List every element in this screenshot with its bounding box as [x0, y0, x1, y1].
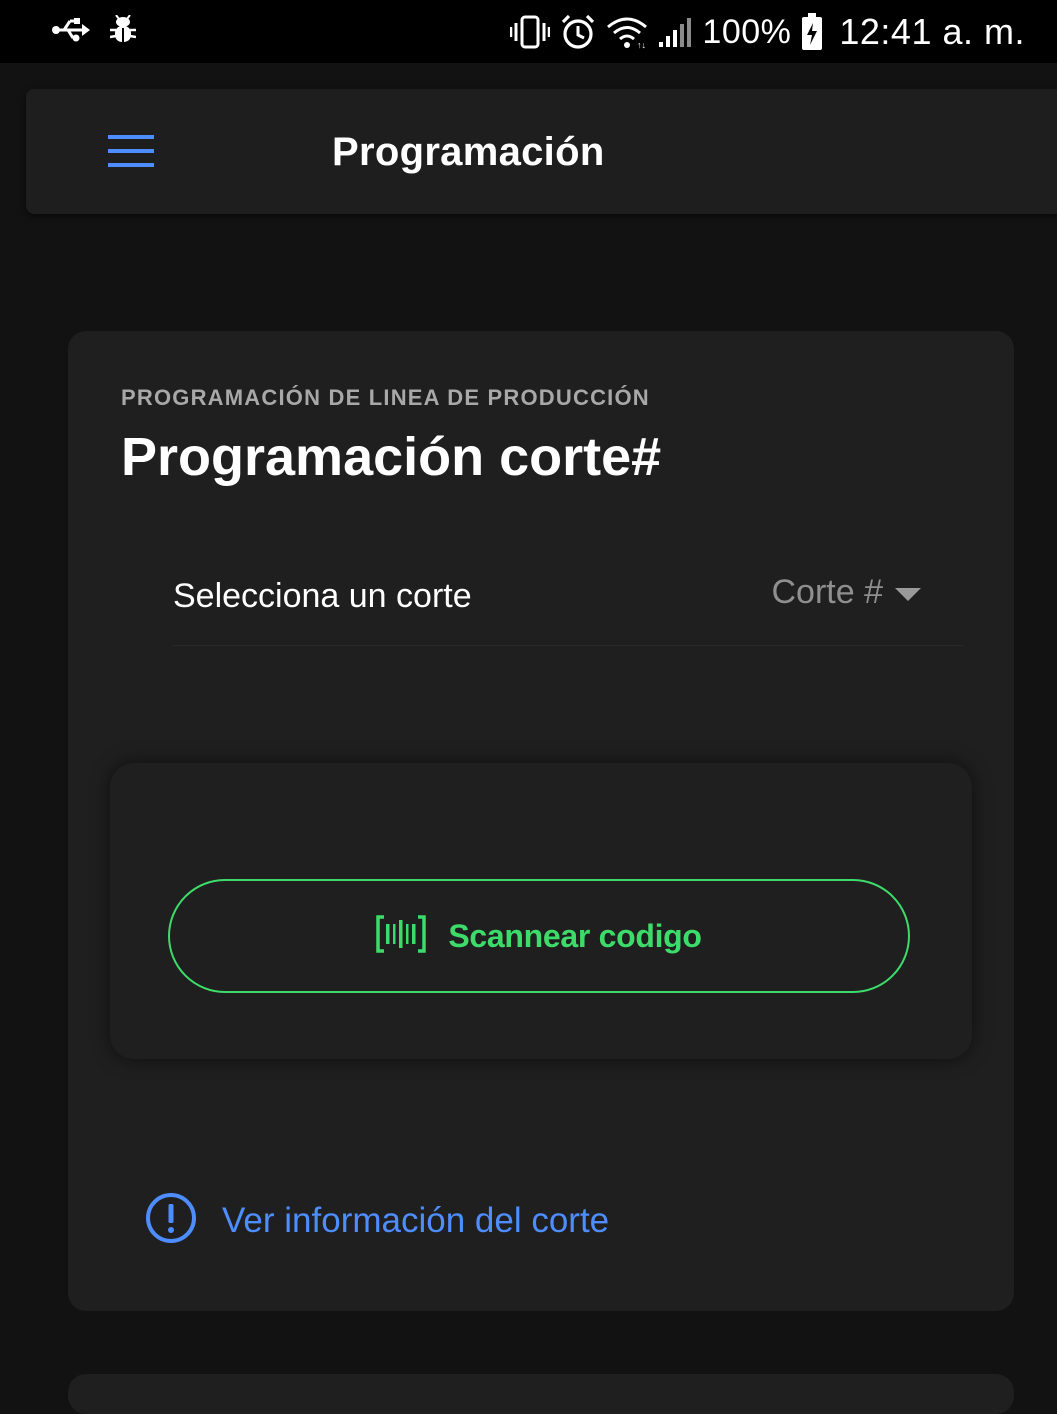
- view-cut-info-link[interactable]: Ver información del corte: [144, 1191, 609, 1250]
- usb-icon: [52, 17, 90, 48]
- cut-select-value: Corte #: [771, 573, 884, 611]
- hamburger-menu-icon[interactable]: [106, 133, 156, 169]
- card-title: Programación corte#: [121, 427, 662, 487]
- production-schedule-card: PROGRAMACIÓN DE LINEA DE PRODUCCIÓN Prog…: [68, 331, 1014, 1311]
- alarm-icon: [560, 14, 596, 50]
- status-right-icons: ↑↓ 100% 12:41 a. m.: [510, 10, 1025, 54]
- view-cut-info-label: Ver información del corte: [222, 1200, 610, 1240]
- page-title: Programación: [332, 130, 605, 174]
- next-card-edge: [68, 1374, 1014, 1414]
- status-time: 12:41 a. m.: [839, 11, 1025, 52]
- cut-select-row: Selecciona un corte Corte #: [173, 541, 963, 646]
- cut-select-label: Selecciona un corte: [173, 577, 472, 615]
- wifi-icon: ↑↓: [606, 15, 648, 49]
- svg-text:↑↓: ↑↓: [637, 40, 646, 49]
- bug-icon: [109, 13, 137, 50]
- status-bar: ↑↓ 100% 12:41 a. m.: [0, 0, 1057, 63]
- status-left-icons: [52, 13, 137, 50]
- card-overline: PROGRAMACIÓN DE LINEA DE PRODUCCIÓN: [121, 385, 650, 410]
- info-circle-icon: [144, 1191, 198, 1250]
- battery-charging-icon: [801, 13, 823, 51]
- scan-panel: Scannear codigo: [110, 763, 972, 1059]
- app-bar: Programación: [26, 89, 1057, 214]
- vibrate-icon: [510, 15, 551, 49]
- barcode-scan-icon: [376, 914, 427, 958]
- battery-percent: 100%: [702, 13, 792, 51]
- caret-down-icon: [895, 588, 921, 601]
- scan-code-label: Scannear codigo: [448, 917, 702, 954]
- cut-select-dropdown[interactable]: Corte #: [771, 573, 921, 612]
- signal-icon: [658, 16, 692, 48]
- scan-code-button[interactable]: Scannear codigo: [168, 879, 910, 993]
